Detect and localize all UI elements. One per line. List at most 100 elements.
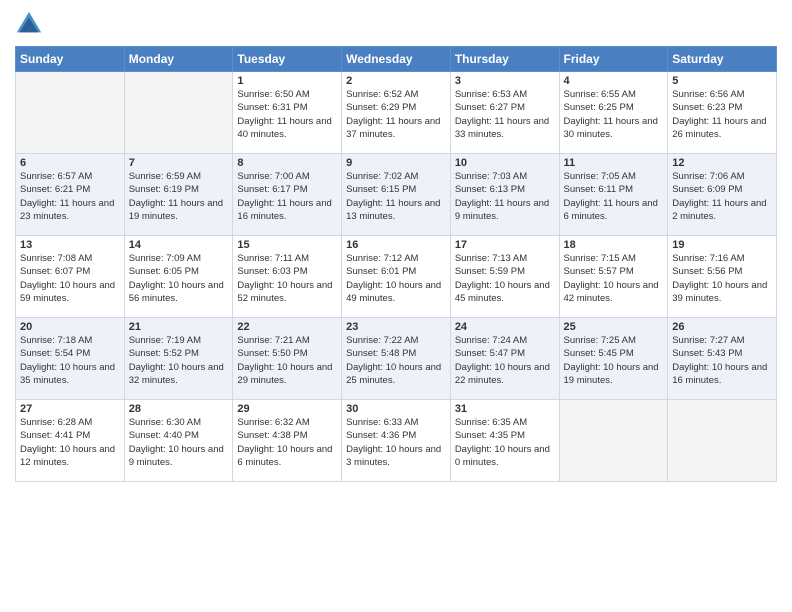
day-info: Sunrise: 7:03 AMSunset: 6:13 PMDaylight:… [455,170,555,223]
calendar-week-3: 13Sunrise: 7:08 AMSunset: 6:07 PMDayligh… [16,236,777,318]
calendar-cell: 10Sunrise: 7:03 AMSunset: 6:13 PMDayligh… [450,154,559,236]
day-number: 9 [346,157,446,169]
day-number: 4 [564,75,664,87]
day-number: 31 [455,403,555,415]
calendar-cell: 2Sunrise: 6:52 AMSunset: 6:29 PMDaylight… [342,72,451,154]
day-info: Sunrise: 6:52 AMSunset: 6:29 PMDaylight:… [346,88,446,141]
calendar-cell: 7Sunrise: 6:59 AMSunset: 6:19 PMDaylight… [124,154,233,236]
calendar-cell: 4Sunrise: 6:55 AMSunset: 6:25 PMDaylight… [559,72,668,154]
day-number: 19 [672,239,772,251]
calendar-cell: 3Sunrise: 6:53 AMSunset: 6:27 PMDaylight… [450,72,559,154]
day-number: 18 [564,239,664,251]
day-info: Sunrise: 7:27 AMSunset: 5:43 PMDaylight:… [672,334,772,387]
logo [15,10,47,38]
day-info: Sunrise: 7:18 AMSunset: 5:54 PMDaylight:… [20,334,120,387]
day-number: 14 [129,239,229,251]
day-number: 27 [20,403,120,415]
calendar-cell: 29Sunrise: 6:32 AMSunset: 4:38 PMDayligh… [233,400,342,482]
day-info: Sunrise: 7:06 AMSunset: 6:09 PMDaylight:… [672,170,772,223]
day-number: 5 [672,75,772,87]
calendar-cell: 12Sunrise: 7:06 AMSunset: 6:09 PMDayligh… [668,154,777,236]
calendar-week-4: 20Sunrise: 7:18 AMSunset: 5:54 PMDayligh… [16,318,777,400]
calendar-week-5: 27Sunrise: 6:28 AMSunset: 4:41 PMDayligh… [16,400,777,482]
calendar-cell: 14Sunrise: 7:09 AMSunset: 6:05 PMDayligh… [124,236,233,318]
calendar-cell: 19Sunrise: 7:16 AMSunset: 5:56 PMDayligh… [668,236,777,318]
day-info: Sunrise: 7:19 AMSunset: 5:52 PMDaylight:… [129,334,229,387]
calendar-cell [559,400,668,482]
day-info: Sunrise: 6:53 AMSunset: 6:27 PMDaylight:… [455,88,555,141]
calendar-cell: 28Sunrise: 6:30 AMSunset: 4:40 PMDayligh… [124,400,233,482]
calendar-cell [668,400,777,482]
day-number: 11 [564,157,664,169]
day-number: 2 [346,75,446,87]
day-info: Sunrise: 7:15 AMSunset: 5:57 PMDaylight:… [564,252,664,305]
day-number: 20 [20,321,120,333]
day-number: 12 [672,157,772,169]
calendar-header-friday: Friday [559,47,668,72]
calendar-cell: 18Sunrise: 7:15 AMSunset: 5:57 PMDayligh… [559,236,668,318]
day-number: 22 [237,321,337,333]
day-number: 25 [564,321,664,333]
day-number: 30 [346,403,446,415]
calendar-cell: 15Sunrise: 7:11 AMSunset: 6:03 PMDayligh… [233,236,342,318]
day-info: Sunrise: 6:55 AMSunset: 6:25 PMDaylight:… [564,88,664,141]
calendar-cell: 31Sunrise: 6:35 AMSunset: 4:35 PMDayligh… [450,400,559,482]
calendar-cell: 30Sunrise: 6:33 AMSunset: 4:36 PMDayligh… [342,400,451,482]
logo-icon [15,10,43,38]
day-info: Sunrise: 7:25 AMSunset: 5:45 PMDaylight:… [564,334,664,387]
page: SundayMondayTuesdayWednesdayThursdayFrid… [0,0,792,612]
calendar-header-monday: Monday [124,47,233,72]
day-number: 13 [20,239,120,251]
calendar-cell: 27Sunrise: 6:28 AMSunset: 4:41 PMDayligh… [16,400,125,482]
day-info: Sunrise: 6:30 AMSunset: 4:40 PMDaylight:… [129,416,229,469]
day-number: 17 [455,239,555,251]
calendar-cell: 24Sunrise: 7:24 AMSunset: 5:47 PMDayligh… [450,318,559,400]
calendar-header-saturday: Saturday [668,47,777,72]
day-number: 23 [346,321,446,333]
day-info: Sunrise: 6:28 AMSunset: 4:41 PMDaylight:… [20,416,120,469]
calendar-header-row: SundayMondayTuesdayWednesdayThursdayFrid… [16,47,777,72]
day-number: 1 [237,75,337,87]
day-info: Sunrise: 7:22 AMSunset: 5:48 PMDaylight:… [346,334,446,387]
day-info: Sunrise: 7:05 AMSunset: 6:11 PMDaylight:… [564,170,664,223]
calendar-cell [124,72,233,154]
calendar-cell: 22Sunrise: 7:21 AMSunset: 5:50 PMDayligh… [233,318,342,400]
calendar-header-tuesday: Tuesday [233,47,342,72]
header [15,10,777,38]
calendar-header-sunday: Sunday [16,47,125,72]
day-info: Sunrise: 6:35 AMSunset: 4:35 PMDaylight:… [455,416,555,469]
calendar-cell [16,72,125,154]
calendar-cell: 13Sunrise: 7:08 AMSunset: 6:07 PMDayligh… [16,236,125,318]
calendar: SundayMondayTuesdayWednesdayThursdayFrid… [15,46,777,482]
day-number: 26 [672,321,772,333]
calendar-cell: 17Sunrise: 7:13 AMSunset: 5:59 PMDayligh… [450,236,559,318]
day-number: 16 [346,239,446,251]
calendar-cell: 1Sunrise: 6:50 AMSunset: 6:31 PMDaylight… [233,72,342,154]
calendar-cell: 20Sunrise: 7:18 AMSunset: 5:54 PMDayligh… [16,318,125,400]
day-info: Sunrise: 7:13 AMSunset: 5:59 PMDaylight:… [455,252,555,305]
day-number: 10 [455,157,555,169]
calendar-week-2: 6Sunrise: 6:57 AMSunset: 6:21 PMDaylight… [16,154,777,236]
day-info: Sunrise: 6:50 AMSunset: 6:31 PMDaylight:… [237,88,337,141]
day-number: 24 [455,321,555,333]
calendar-week-1: 1Sunrise: 6:50 AMSunset: 6:31 PMDaylight… [16,72,777,154]
day-info: Sunrise: 7:00 AMSunset: 6:17 PMDaylight:… [237,170,337,223]
day-info: Sunrise: 7:12 AMSunset: 6:01 PMDaylight:… [346,252,446,305]
day-number: 29 [237,403,337,415]
day-number: 8 [237,157,337,169]
calendar-cell: 11Sunrise: 7:05 AMSunset: 6:11 PMDayligh… [559,154,668,236]
day-info: Sunrise: 7:11 AMSunset: 6:03 PMDaylight:… [237,252,337,305]
day-info: Sunrise: 7:16 AMSunset: 5:56 PMDaylight:… [672,252,772,305]
day-info: Sunrise: 7:02 AMSunset: 6:15 PMDaylight:… [346,170,446,223]
calendar-cell: 6Sunrise: 6:57 AMSunset: 6:21 PMDaylight… [16,154,125,236]
day-number: 15 [237,239,337,251]
day-number: 7 [129,157,229,169]
day-number: 21 [129,321,229,333]
calendar-header-thursday: Thursday [450,47,559,72]
calendar-cell: 26Sunrise: 7:27 AMSunset: 5:43 PMDayligh… [668,318,777,400]
calendar-header-wednesday: Wednesday [342,47,451,72]
day-info: Sunrise: 7:24 AMSunset: 5:47 PMDaylight:… [455,334,555,387]
day-number: 3 [455,75,555,87]
calendar-cell: 25Sunrise: 7:25 AMSunset: 5:45 PMDayligh… [559,318,668,400]
calendar-cell: 5Sunrise: 6:56 AMSunset: 6:23 PMDaylight… [668,72,777,154]
